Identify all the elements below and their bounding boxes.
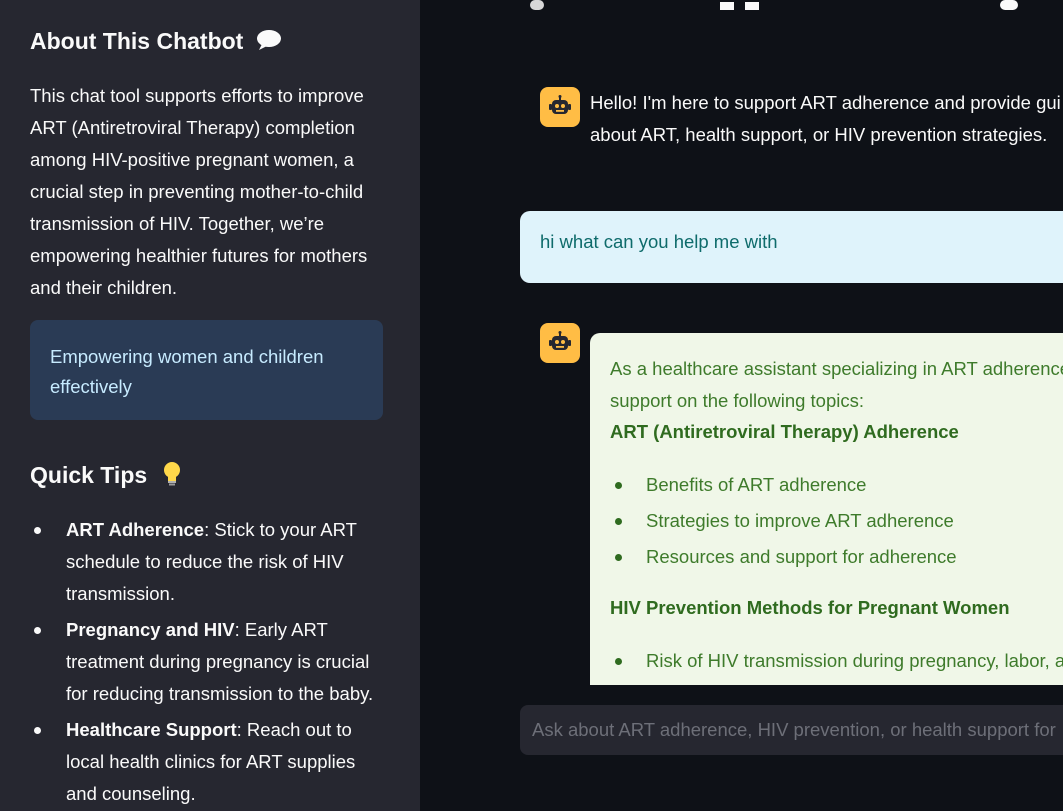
art-topics-list: Benefits of ART adherence Strategies to …	[610, 467, 957, 575]
robot-icon	[549, 331, 571, 350]
tip-label: Pregnancy and HIV	[66, 619, 235, 640]
bot-avatar	[540, 323, 580, 363]
quick-tips-title: Quick Tips	[30, 461, 182, 493]
bot-greeting-line1: Hello! I'm here to support ART adherence…	[590, 92, 1061, 113]
chat-input[interactable]	[520, 705, 1063, 755]
tip-label: ART Adherence	[66, 519, 205, 540]
list-item: Benefits of ART adherence	[610, 467, 957, 503]
page-title-clipped	[530, 0, 1050, 22]
list-item: ART Adherence: Stick to your ART schedul…	[30, 514, 390, 610]
bot-greeting-line2: about ART, health support, or HIV preven…	[590, 124, 1048, 145]
section-heading-prevention: HIV Prevention Methods for Pregnant Wome…	[610, 597, 1010, 618]
about-text: This chat tool supports efforts to impro…	[30, 85, 368, 298]
sidebar-title: About This Chatbot	[30, 28, 282, 57]
bot-reply-intro-line1: As a healthcare assistant specializing i…	[610, 358, 1063, 379]
user-message-bubble: hi what can you help me with	[520, 211, 1063, 283]
quick-tips-list: ART Adherence: Stick to your ART schedul…	[30, 514, 390, 811]
lightbulb-icon	[162, 461, 182, 493]
bot-avatar	[540, 87, 580, 127]
info-box: Empowering women and children effectivel…	[30, 320, 383, 420]
list-item: Risk of HIV transmission during pregnanc…	[610, 643, 1063, 679]
bot-reply-intro-line2: support on the following topics:	[610, 390, 865, 411]
bot-reply-intro: As a healthcare assistant specializing i…	[610, 353, 1063, 417]
list-item: Strategies to improve ART adherence	[610, 503, 957, 539]
chat-main: Hello! I'm here to support ART adherence…	[420, 0, 1063, 811]
bot-reply-bubble: As a healthcare assistant specializing i…	[590, 333, 1063, 685]
speech-bubble-icon	[256, 29, 282, 57]
prevention-topics-list: Risk of HIV transmission during pregnanc…	[610, 643, 1063, 679]
list-item: Resources and support for adherence	[610, 539, 957, 575]
list-item: Pregnancy and HIV: Early ART treatment d…	[30, 614, 390, 710]
user-message-text: hi what can you help me with	[540, 231, 778, 252]
sidebar: About This Chatbot This chat tool suppor…	[0, 0, 420, 811]
tip-label: Healthcare Support	[66, 719, 237, 740]
section-heading-art: ART (Antiretroviral Therapy) Adherence	[610, 421, 959, 442]
quick-tips-title-text: Quick Tips	[30, 462, 148, 489]
list-item: Healthcare Support: Reach out to local h…	[30, 714, 390, 810]
sidebar-title-text: About This Chatbot	[30, 28, 244, 54]
robot-icon	[549, 95, 571, 114]
